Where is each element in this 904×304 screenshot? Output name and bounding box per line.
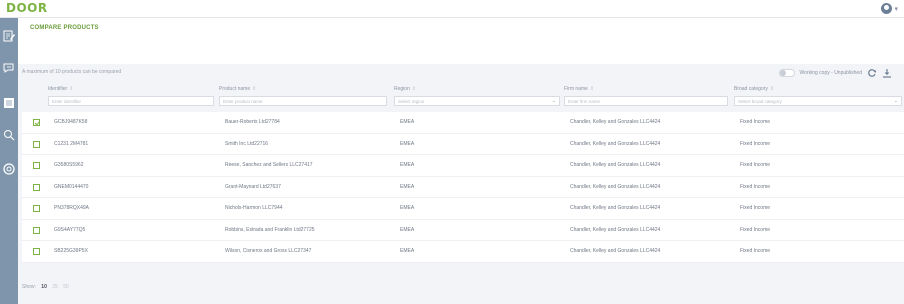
table-row[interactable]: SB225G39P5X Wilson, Cisneros and Gross LL… [22,241,904,263]
page-size-option[interactable]: 10 [41,284,47,290]
cell-product-name: Reese, Sanchez and Sellers LLC27417 [225,162,313,168]
page-size-option[interactable]: 50 [63,284,69,290]
cell-region: EMEA [400,226,415,233]
firm-name-filter-input[interactable]: Enter firm name [564,96,728,106]
cell-identifier: PN378RQX49A [54,205,90,211]
cell-broad-category: Fixed Income [740,226,771,233]
working-copy-controls: Working copy - Unpublished [778,68,892,78]
table-row[interactable]: G3580S5962 Reese, Sanchez and Sellers LLC… [22,155,904,177]
chevron-down-icon[interactable]: ▾ [894,5,898,13]
cell-firm-name: Chandler, Kelley and Gonzales LLC4424 [570,183,661,190]
refresh-icon[interactable] [867,68,877,78]
cell-broad-category: Fixed Income [740,119,771,125]
table-row[interactable]: G9S4AY77Q5 Robbins, Estrada and Franklin … [22,219,904,241]
table-row[interactable]: C1231 2M4781 Smith Inc Ltd22716 EMEA Chandl… [22,133,904,155]
table-body: GCBJ9487K58 Bauer-Roberts Ltd27784 EMEA Cha… [22,112,904,263]
column-header-identifier[interactable]: Identifier ⇕ [48,86,73,92]
cell-identifier: GNEM0144470 [54,183,89,190]
comment-edit-icon[interactable] [3,62,15,74]
cell-product-name: Wilson, Cisneros and Gross LLC27347 [225,248,312,254]
filter-row: Enter identifier Enter product name Sele… [22,94,904,108]
cell-region: EMEA [400,248,415,254]
cell-broad-category: Fixed Income [740,248,771,254]
download-icon[interactable] [882,68,892,78]
list-icon[interactable] [3,97,15,109]
page-header: COMPARE PRODUCTS [18,18,904,64]
edit-document-icon[interactable] [3,30,15,42]
search-settings-icon[interactable] [3,129,15,141]
table-row[interactable]: GNEM0144470 Grant-Maynard Ltd27637 EMEA Cha… [22,176,904,198]
cell-firm-name: Chandler, Kelley and Gonzales LLC4424 [570,205,661,211]
product-name-filter-input[interactable]: Enter product name [219,96,387,106]
region-filter-select[interactable]: Select region ⌄ [394,96,560,106]
cell-region: EMEA [400,140,415,147]
column-header-broad-category[interactable]: Broad category ⇕ [734,86,774,92]
cell-broad-category: Fixed Income [740,183,771,190]
column-header-product-name[interactable]: Product name ⇕ [219,86,256,92]
row-checkbox[interactable] [33,183,40,191]
cell-firm-name: Chandler, Kelley and Gonzales LLC4424 [570,248,661,254]
row-checkbox[interactable] [33,140,40,148]
cell-firm-name: Chandler, Kelley and Gonzales LLC4424 [570,226,661,233]
compare-limit-note: A maximum of 10 products can be compared [22,69,122,75]
cell-broad-category: Fixed Income [740,162,771,168]
row-checkbox[interactable] [33,226,40,234]
cell-product-name: Bauer-Roberts Ltd27784 [225,119,280,125]
cell-identifier: C1231 2M4781 [54,140,89,147]
working-copy-toggle[interactable] [778,69,795,77]
cell-firm-name: Chandler, Kelley and Gonzales LLC4424 [570,119,661,125]
cell-firm-name: Chandler, Kelley and Gonzales LLC4424 [570,162,661,168]
user-avatar-icon[interactable] [881,3,893,14]
broad-category-filter-select[interactable]: Select broad category ⌄ [734,96,902,106]
cell-region: EMEA [400,162,415,168]
cell-region: EMEA [400,205,415,211]
row-checkbox[interactable] [33,162,40,169]
cell-firm-name: Chandler, Kelley and Gonzales LLC4424 [570,140,661,147]
compare-products-table: Identifier ⇕ Product name ⇕ Region ⇕ Firm n… [22,84,904,263]
identifier-filter-input[interactable]: Enter identifier [48,96,214,106]
page-title: COMPARE PRODUCTS [30,25,99,31]
cell-region: EMEA [400,119,415,125]
sidebar [0,18,18,304]
cell-identifier: G9S4AY77Q5 [54,226,86,233]
table-header: Identifier ⇕ Product name ⇕ Region ⇕ Firm n… [22,84,904,94]
page-size-selector: Show: 10 25 50 [22,284,73,290]
row-checkbox[interactable] [33,248,40,255]
column-header-firm-name[interactable]: Firm name ⇕ [564,86,594,92]
cell-identifier: SB225G39P5X [54,248,88,254]
support-lifebuoy-icon[interactable] [3,163,15,175]
app-logo[interactable]: DOOR [6,1,48,15]
cell-product-name: Smith Inc Ltd22716 [225,140,269,147]
page-size-option[interactable]: 25 [52,284,58,290]
cell-identifier: GCBJ9487K58 [54,119,88,125]
cell-region: EMEA [400,183,415,190]
working-copy-label: Working copy - Unpublished [799,70,862,76]
cell-broad-category: Fixed Income [740,140,771,147]
cell-product-name: Grant-Maynard Ltd27637 [225,183,281,190]
table-row[interactable]: PN378RQX49A Nichols-Harmon LLC7944 EMEA Cha… [22,198,904,220]
row-checkbox[interactable] [33,205,40,212]
column-header-region[interactable]: Region ⇕ [394,86,416,92]
cell-broad-category: Fixed Income [740,205,771,211]
cell-product-name: Nichols-Harmon LLC7944 [225,205,283,211]
cell-product-name: Robbins, Estrada and Franklin Ltd27725 [225,226,315,233]
table-row[interactable]: GCBJ9487K58 Bauer-Roberts Ltd27784 EMEA Cha… [22,112,904,134]
row-checkbox[interactable] [33,119,40,126]
page-size-label: Show: [22,284,36,290]
top-bar: DOOR ▾ [0,0,904,18]
user-menu[interactable]: ▾ [881,3,898,14]
cell-identifier: G3580S5962 [54,162,84,168]
